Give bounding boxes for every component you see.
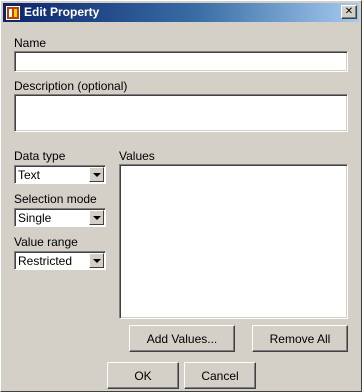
selection-mode-label: Selection mode xyxy=(14,192,97,206)
remove-all-button[interactable]: Remove All xyxy=(252,325,348,352)
title-bar[interactable]: Edit Property ✕ xyxy=(3,3,359,22)
value-range-value: Restricted xyxy=(18,254,73,268)
app-icon xyxy=(6,5,20,20)
cancel-button[interactable]: Cancel xyxy=(184,362,256,389)
data-type-select[interactable]: Text xyxy=(14,165,106,184)
description-input[interactable] xyxy=(15,95,347,131)
chevron-down-icon[interactable] xyxy=(89,253,104,268)
chevron-down-icon[interactable] xyxy=(89,167,104,182)
name-label: Name xyxy=(14,36,47,50)
value-range-select[interactable]: Restricted xyxy=(14,251,106,270)
chevron-down-icon[interactable] xyxy=(89,210,104,225)
edit-property-dialog: Edit Property ✕ Name Description (option… xyxy=(0,0,362,392)
ok-button[interactable]: OK xyxy=(107,362,179,389)
values-label: Values xyxy=(119,149,155,163)
description-field[interactable] xyxy=(14,94,348,132)
data-type-value: Text xyxy=(18,168,41,182)
window-title: Edit Property xyxy=(24,5,100,19)
value-range-label: Value range xyxy=(14,235,78,249)
name-input[interactable] xyxy=(15,52,347,71)
description-label: Description (optional) xyxy=(14,79,128,93)
close-icon[interactable]: ✕ xyxy=(341,5,357,19)
values-list[interactable] xyxy=(119,164,348,319)
add-values-button[interactable]: Add Values... xyxy=(129,325,235,352)
data-type-label: Data type xyxy=(14,149,66,163)
name-field[interactable] xyxy=(14,51,348,72)
selection-mode-select[interactable]: Single xyxy=(14,208,106,227)
selection-mode-value: Single xyxy=(18,211,52,225)
